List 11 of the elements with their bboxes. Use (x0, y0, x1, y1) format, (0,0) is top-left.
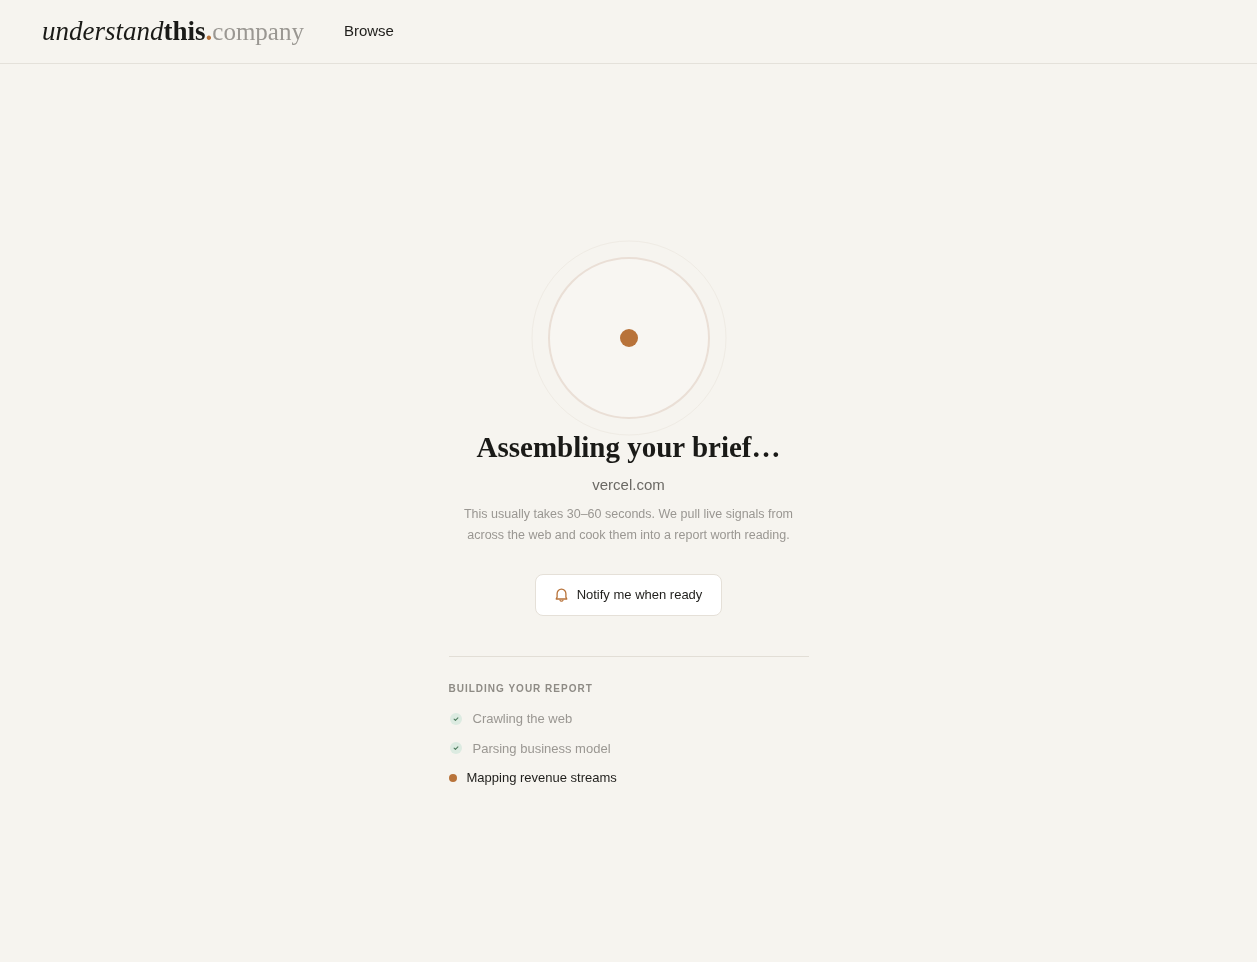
step-label: Crawling the web (472, 710, 573, 728)
domain-label: vercel.com (592, 475, 665, 495)
loading-title: Assembling your brief… (476, 432, 781, 462)
bell-icon (554, 588, 568, 602)
step-label: Parsing business model (472, 739, 611, 758)
loading-description: This usually takes 30–60 seconds. We pull live signals from across the web and cook them into a report worth reading. (462, 506, 795, 544)
logo-wordmark[interactable]: understandthis.company (42, 17, 304, 46)
nav-link[interactable]: Browse (343, 20, 394, 43)
progress-heading: BUILDING YOUR REPORT (448, 683, 594, 695)
notify-button[interactable]: Notify me when ready (534, 574, 723, 616)
step-label: Mapping revenue streams (466, 769, 617, 787)
